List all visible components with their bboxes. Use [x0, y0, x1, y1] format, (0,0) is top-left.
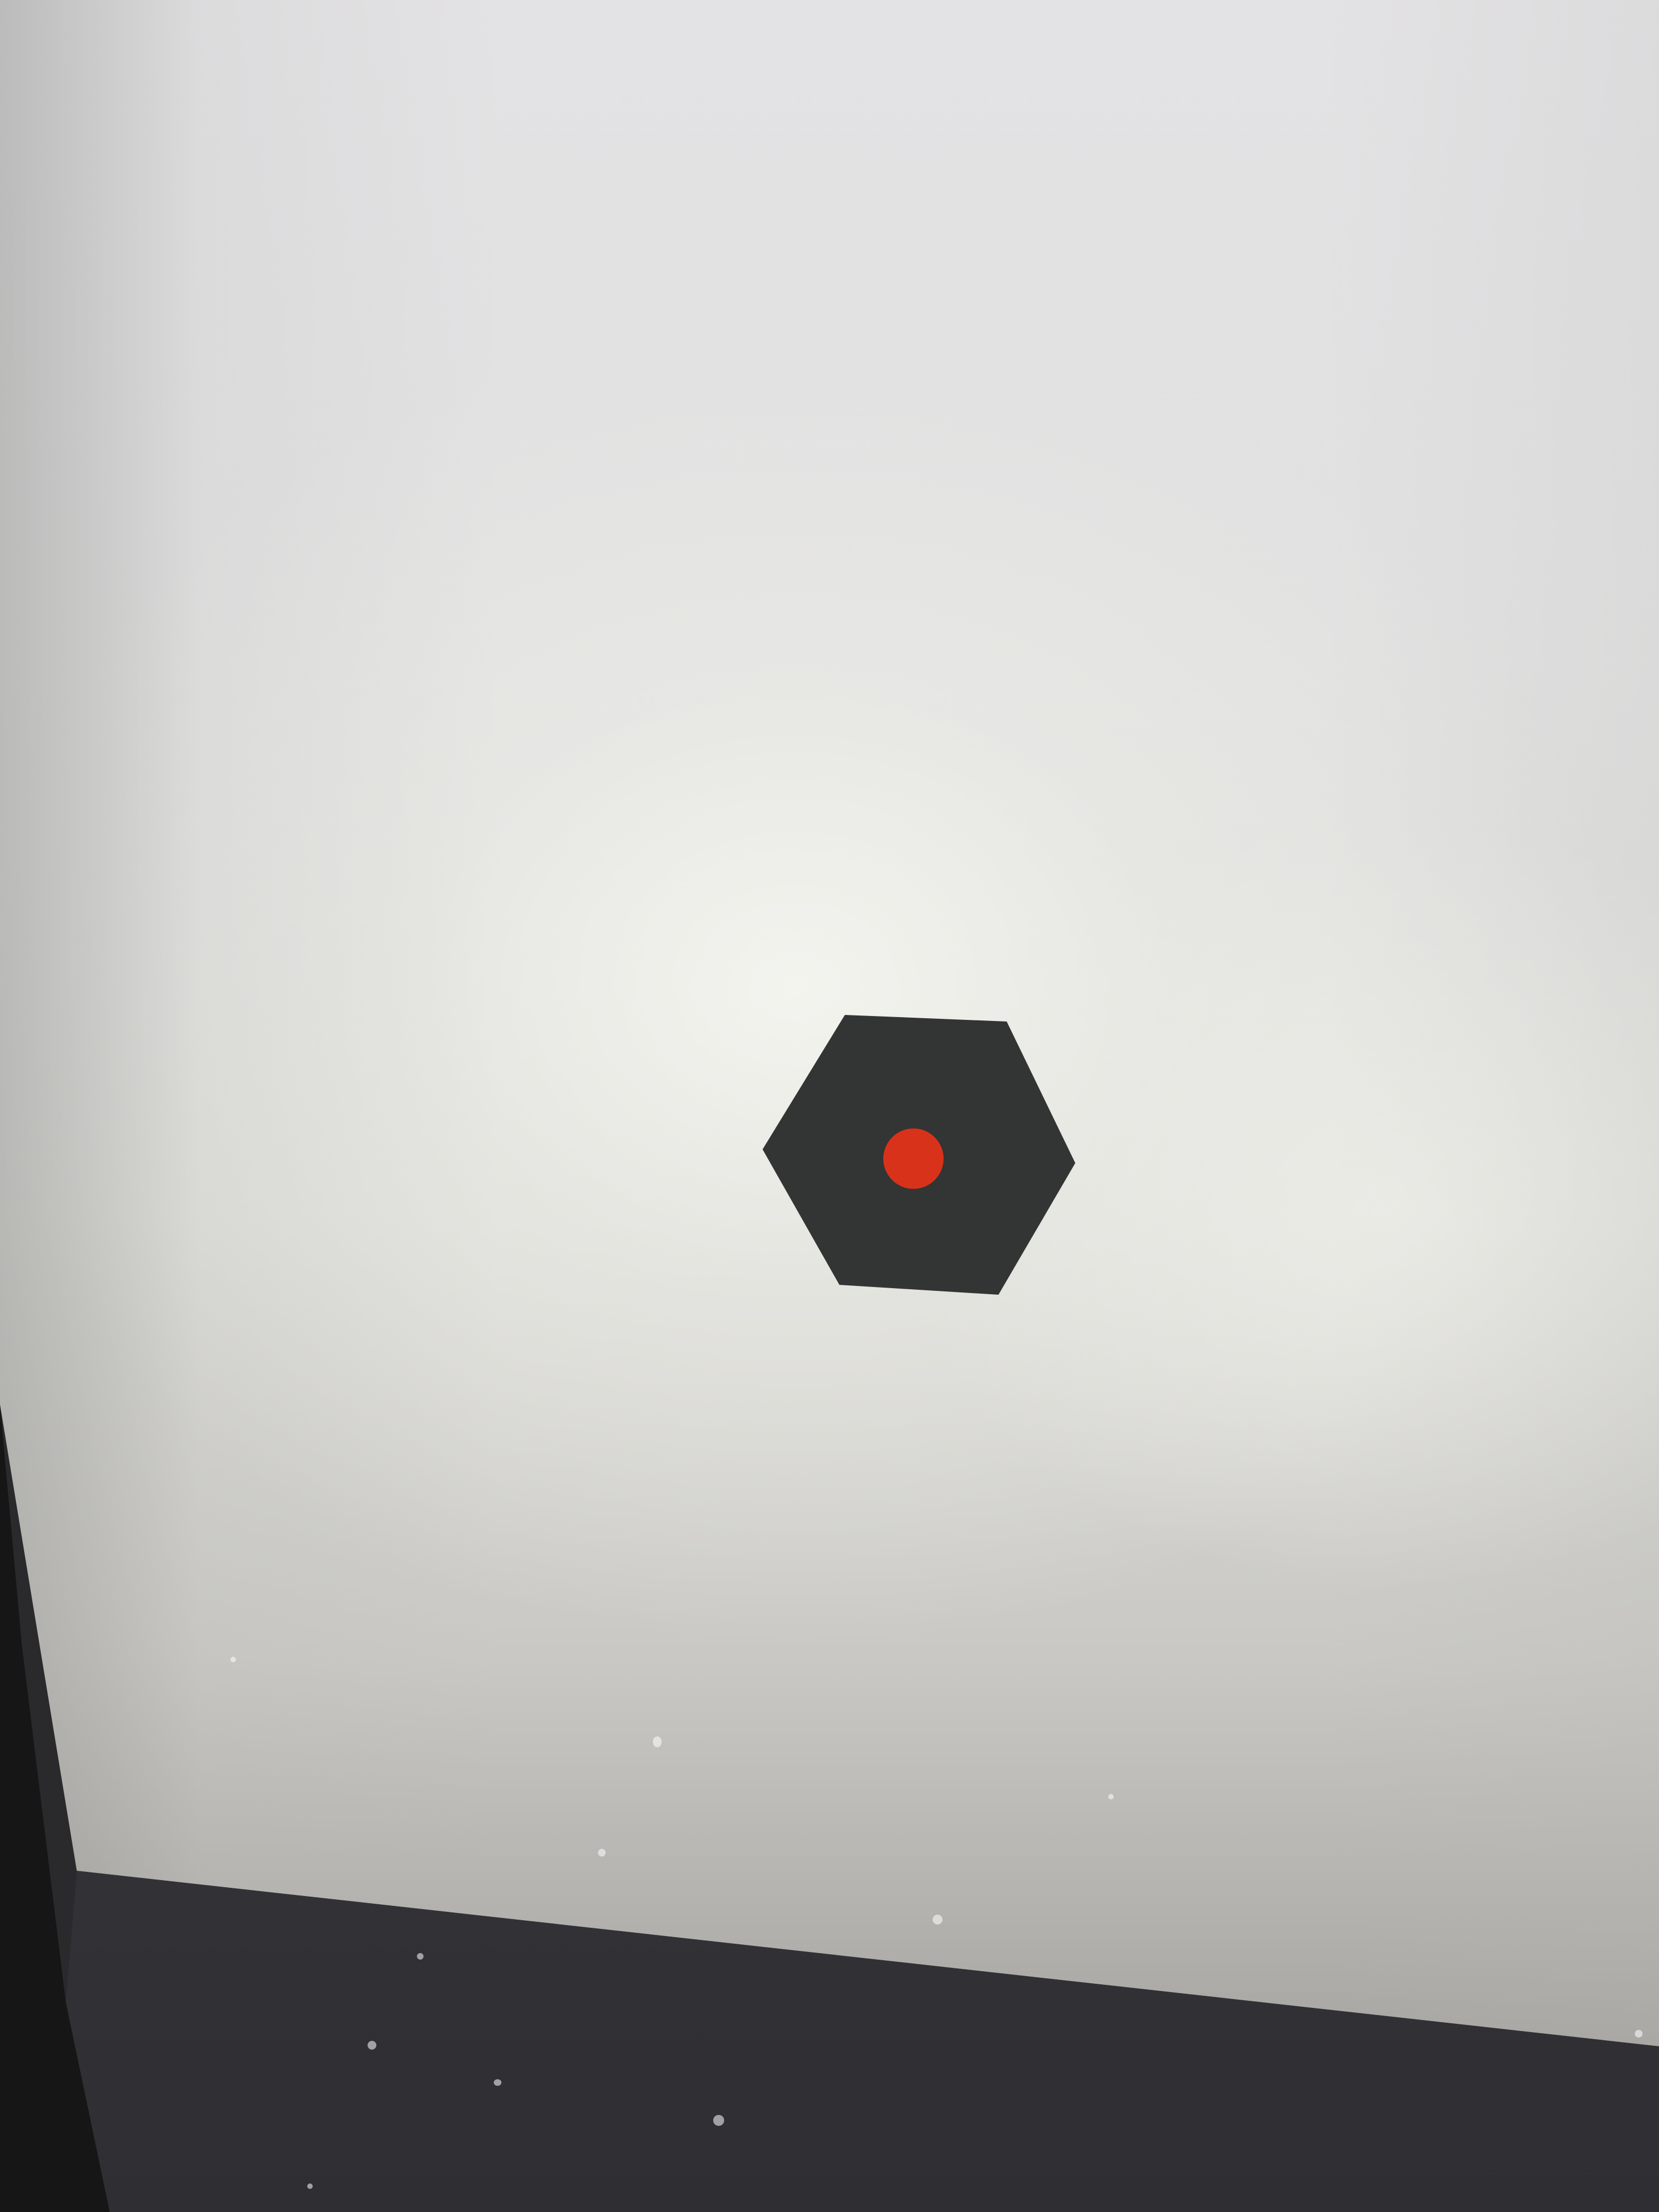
- hexagon-icon: [763, 1015, 1075, 1295]
- dust-speck: [417, 1953, 424, 1960]
- dust-speck: [1635, 2030, 1643, 2038]
- dust-speck: [494, 2079, 501, 2086]
- red-dot-icon: [883, 1128, 944, 1189]
- dust-speck: [368, 2041, 376, 2050]
- dust-speck: [1108, 1794, 1114, 1799]
- photo-of-monitor: [0, 0, 1659, 2212]
- dust-speck: [653, 1736, 662, 1747]
- dust-speck: [933, 1915, 943, 1925]
- dust-speck: [598, 1849, 606, 1857]
- dust-speck: [713, 2115, 724, 2126]
- dust-speck: [307, 2183, 313, 2189]
- dust-speck: [230, 1657, 236, 1662]
